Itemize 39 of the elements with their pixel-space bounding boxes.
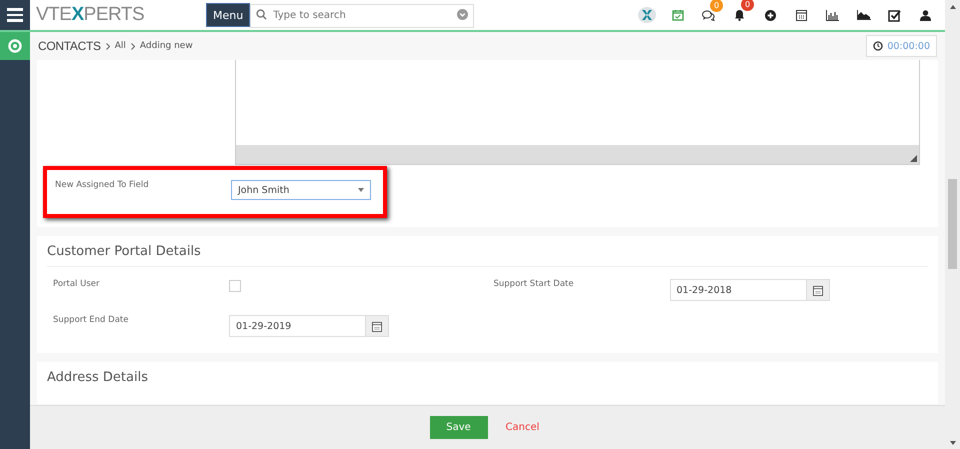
caret-icon [358,188,364,192]
brand-icon[interactable] [638,7,656,23]
menu-icon[interactable] [0,0,30,30]
chat-icon[interactable] [702,10,715,20]
field-label: New Assigned To Field [55,180,150,192]
resize-icon[interactable] [910,155,917,162]
count-badge: 0 [710,0,723,12]
user-icon[interactable] [920,10,931,20]
calendar-icon[interactable] [812,284,822,296]
date-field[interactable]: 01-29-2019 [229,315,389,337]
chevron-icon [130,42,135,50]
assignee-select[interactable]: John Smith [231,180,371,200]
menu-button[interactable]: Menu [206,3,250,27]
calendar-icon[interactable] [796,9,807,21]
plus-icon[interactable] [765,10,776,20]
calendar-icon[interactable] [372,320,382,332]
search-field[interactable]: Type to search [250,4,474,28]
clock-icon [873,41,884,51]
field-label: Support End Date [53,315,130,327]
logo: VTEXPERTS [36,4,146,26]
checkbox-icon[interactable] [888,8,901,22]
checkbox[interactable] [229,280,241,292]
dropdown-icon[interactable] [457,9,468,20]
breadcrumb-item[interactable]: Adding new [140,41,193,51]
field-label: Portal User [53,279,100,291]
chevron-icon [106,42,110,50]
search-icon [256,9,268,20]
breadcrumb-item[interactable]: CONTACTS [38,39,101,53]
section-title: Customer Portal Details [47,244,928,267]
field-label: Support Start Date [494,279,575,291]
count-badge: 0 [741,0,754,11]
scrollbar[interactable] [945,0,960,449]
area-chart-icon[interactable] [856,10,870,20]
calendar-check-icon[interactable] [672,9,684,21]
breadcrumb-item[interactable]: All [114,41,126,51]
section-title: Address Details [47,370,149,387]
bell-icon[interactable] [734,9,745,21]
date-field[interactable]: 01-29-2018 [670,279,830,301]
bar-chart-icon[interactable] [826,10,839,20]
